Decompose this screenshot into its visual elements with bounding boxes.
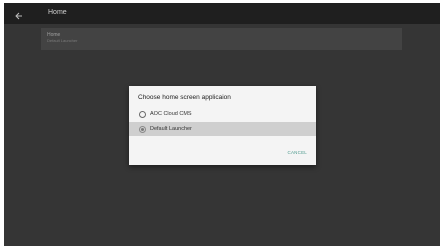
radio-checked-icon[interactable] — [139, 125, 146, 133]
arrow-back-icon[interactable] — [14, 8, 24, 20]
cancel-button[interactable]: CANCEL — [288, 150, 307, 155]
app-bar: Home — [4, 3, 440, 24]
option-label: Default Launcher — [150, 125, 192, 132]
option-aoc-cloud-cms[interactable]: AOC Cloud CMS — [129, 107, 316, 121]
screen: Home Home Default Launcher Choose home s… — [4, 3, 440, 246]
dialog-title: Choose home screen applicaion — [138, 94, 231, 101]
page-title: Home — [48, 9, 67, 16]
option-label: AOC Cloud CMS — [150, 110, 192, 117]
radio-unchecked-icon[interactable] — [139, 110, 146, 118]
choose-home-dialog: Choose home screen applicaion AOC Cloud … — [129, 86, 316, 165]
option-default-launcher[interactable]: Default Launcher — [129, 122, 316, 136]
